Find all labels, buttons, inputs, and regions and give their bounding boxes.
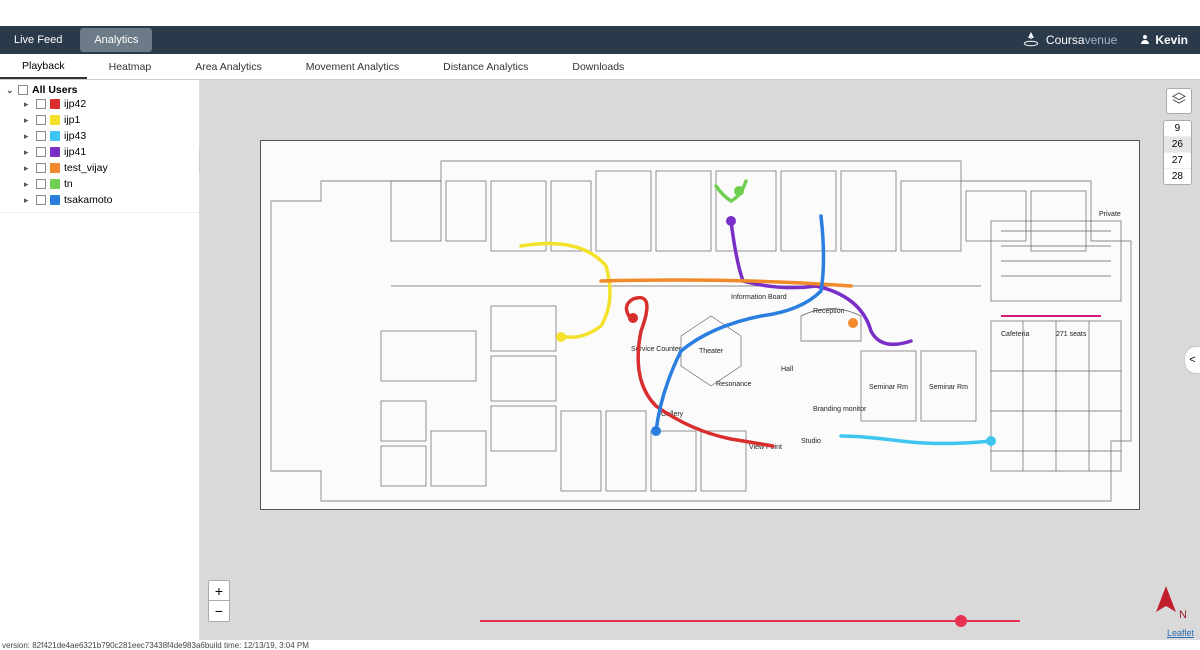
chevron-right-icon[interactable]: ▸ bbox=[24, 147, 32, 158]
nav-analytics[interactable]: Analytics bbox=[80, 28, 152, 52]
playback-timeline[interactable] bbox=[480, 614, 1020, 628]
user-checkbox[interactable] bbox=[36, 163, 46, 173]
brand-icon bbox=[1022, 30, 1040, 51]
tree-item-ijp41[interactable]: ▸ ijp41 bbox=[24, 144, 193, 160]
track-test_vijay bbox=[601, 280, 851, 286]
svg-text:N: N bbox=[1179, 609, 1186, 621]
tab-playback[interactable]: Playback bbox=[0, 54, 87, 79]
brand-logo: Coursavenue bbox=[1022, 30, 1127, 51]
track-tsakamoto bbox=[656, 216, 824, 431]
tab-distance-analytics[interactable]: Distance Analytics bbox=[421, 54, 550, 79]
top-navbar: Live Feed Analytics Coursavenue Kevin bbox=[0, 26, 1200, 54]
track-ijp1 bbox=[521, 244, 610, 338]
timeline-track bbox=[480, 620, 1020, 622]
layers-icon bbox=[1171, 91, 1187, 112]
tab-heatmap[interactable]: Heatmap bbox=[87, 54, 174, 79]
user-icon bbox=[1139, 33, 1151, 48]
all-users-label: All Users bbox=[32, 84, 78, 96]
compass: N bbox=[1146, 582, 1186, 622]
user-label: tn bbox=[64, 178, 73, 190]
timeline-knob[interactable] bbox=[955, 615, 967, 627]
chevron-right-icon[interactable]: ▸ bbox=[24, 195, 32, 206]
tree-item-ijp43[interactable]: ▸ ijp43 bbox=[24, 128, 193, 144]
dot-ijp1 bbox=[556, 332, 566, 342]
user-label: ijp41 bbox=[64, 146, 86, 158]
zoom-out-button[interactable]: − bbox=[209, 601, 229, 621]
user-color-swatch bbox=[50, 131, 60, 141]
user-label: ijp43 bbox=[64, 130, 86, 142]
analytics-subtabs: Playback Heatmap Area Analytics Movement… bbox=[0, 54, 1200, 80]
floor-option-28[interactable]: 28 bbox=[1164, 169, 1191, 184]
tree-item-ijp1[interactable]: ▸ ijp1 bbox=[24, 112, 193, 128]
user-color-swatch bbox=[50, 147, 60, 157]
floor-option-9[interactable]: 9 bbox=[1164, 121, 1191, 137]
floor-option-26[interactable]: 26 bbox=[1164, 137, 1191, 153]
user-checkbox[interactable] bbox=[36, 99, 46, 109]
floor-selector: 9262728 bbox=[1163, 120, 1192, 185]
floorplan: Reception Hall Theater Gallery View Poin… bbox=[260, 140, 1140, 510]
tab-movement-analytics[interactable]: Movement Analytics bbox=[284, 54, 421, 79]
user-color-swatch bbox=[50, 99, 60, 109]
zoom-control: + − bbox=[208, 580, 230, 622]
chevron-right-icon[interactable]: ▸ bbox=[24, 131, 32, 142]
dot-ijp42 bbox=[628, 313, 638, 323]
user-label: test_vijay bbox=[64, 162, 108, 174]
user-tree-sidebar: ⌄ All Users ▸ ijp42 ▸ ijp1 ▸ ijp43 ▸ ijp41 ▸ test… bbox=[0, 80, 200, 640]
user-name: Kevin bbox=[1155, 33, 1188, 47]
tracks-overlay bbox=[261, 141, 1141, 511]
user-checkbox[interactable] bbox=[36, 195, 46, 205]
user-checkbox[interactable] bbox=[36, 115, 46, 125]
map-canvas[interactable]: Reception Hall Theater Gallery View Poin… bbox=[200, 80, 1200, 640]
tab-downloads[interactable]: Downloads bbox=[550, 54, 646, 79]
user-checkbox[interactable] bbox=[36, 131, 46, 141]
chevron-right-icon[interactable]: ▸ bbox=[24, 179, 32, 190]
dot-ijp43 bbox=[986, 436, 996, 446]
right-panel-expand[interactable]: < bbox=[1184, 346, 1200, 374]
chevron-right-icon[interactable]: ▸ bbox=[24, 99, 32, 110]
dot-tsakamoto bbox=[651, 426, 661, 436]
user-label: ijp1 bbox=[64, 114, 80, 126]
nav-live-feed[interactable]: Live Feed bbox=[0, 28, 76, 52]
version-text: version: 82f421de4ae6321b790c281eec73438… bbox=[2, 641, 309, 650]
dot-ijp41 bbox=[726, 216, 736, 226]
user-color-swatch bbox=[50, 179, 60, 189]
dot-tn bbox=[734, 186, 744, 196]
user-label: ijp42 bbox=[64, 98, 86, 110]
tree-item-tn[interactable]: ▸ tn bbox=[24, 176, 193, 192]
tree-item-tsakamoto[interactable]: ▸ tsakamoto bbox=[24, 192, 193, 208]
brand-text: Coursavenue bbox=[1046, 33, 1117, 47]
user-color-swatch bbox=[50, 195, 60, 205]
chevron-down-icon[interactable]: ⌄ bbox=[6, 85, 14, 96]
layers-button[interactable] bbox=[1166, 88, 1192, 114]
track-ijp43 bbox=[841, 436, 991, 444]
zoom-in-button[interactable]: + bbox=[209, 581, 229, 601]
user-color-swatch bbox=[50, 115, 60, 125]
user-menu[interactable]: Kevin bbox=[1127, 33, 1200, 48]
dot-test_vijay bbox=[848, 318, 858, 328]
tab-area-analytics[interactable]: Area Analytics bbox=[173, 54, 284, 79]
tree-root: ⌄ All Users ▸ ijp42 ▸ ijp1 ▸ ijp43 ▸ ijp41 ▸ test… bbox=[0, 80, 199, 213]
user-checkbox[interactable] bbox=[36, 179, 46, 189]
leaflet-attribution[interactable]: Leaflet bbox=[1167, 628, 1194, 638]
user-checkbox[interactable] bbox=[36, 147, 46, 157]
tree-item-ijp42[interactable]: ▸ ijp42 bbox=[24, 96, 193, 112]
chevron-right-icon[interactable]: ▸ bbox=[24, 163, 32, 174]
all-users-checkbox[interactable] bbox=[18, 85, 28, 95]
tree-item-test_vijay[interactable]: ▸ test_vijay bbox=[24, 160, 193, 176]
floor-option-27[interactable]: 27 bbox=[1164, 153, 1191, 169]
chevron-right-icon[interactable]: ▸ bbox=[24, 115, 32, 126]
user-label: tsakamoto bbox=[64, 194, 112, 206]
user-color-swatch bbox=[50, 163, 60, 173]
